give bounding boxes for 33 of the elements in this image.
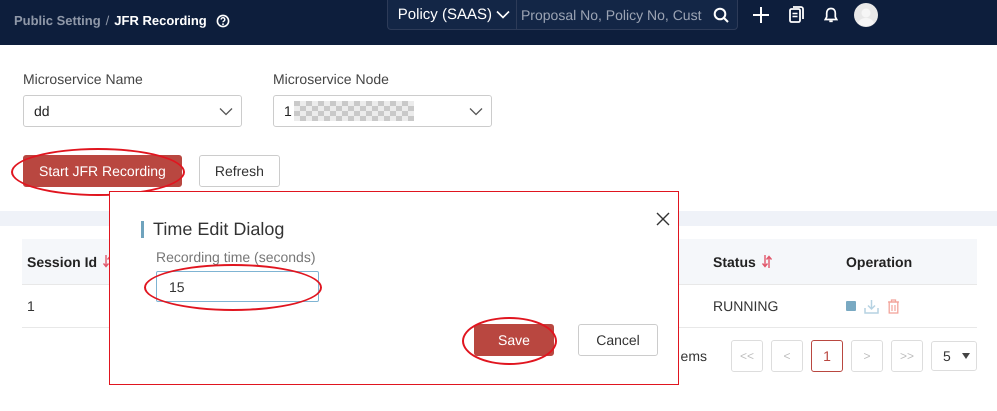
dialog-title: Time Edit Dialog bbox=[153, 219, 284, 240]
page-button[interactable]: 1 bbox=[811, 340, 843, 372]
dropdown-field[interactable]: dd bbox=[23, 95, 242, 127]
sort-icon[interactable] bbox=[762, 255, 772, 268]
field-label: Recording time (seconds) bbox=[156, 249, 317, 265]
breadcrumb-item: JFR Recording bbox=[114, 13, 207, 28]
chevron-down-icon bbox=[219, 106, 233, 116]
table-cell-text: 1 bbox=[26, 298, 36, 314]
cancel-button[interactable]: Cancel bbox=[578, 324, 658, 356]
column-header: Operation bbox=[846, 254, 912, 270]
column-header: Status bbox=[713, 254, 756, 270]
close-icon bbox=[656, 212, 670, 226]
table-cell-text: RUNNING bbox=[713, 298, 780, 314]
field-label: Microservice Node bbox=[273, 71, 390, 87]
documents-icon[interactable] bbox=[788, 6, 804, 23]
items-summary: ems bbox=[680, 348, 707, 364]
help-icon[interactable] bbox=[216, 14, 230, 28]
bell-icon[interactable] bbox=[824, 6, 838, 22]
column-header: Session Id bbox=[27, 254, 98, 270]
title-accent-bar bbox=[141, 221, 144, 238]
field-label: Microservice Name bbox=[23, 71, 144, 87]
start-recording-button[interactable]: Start JFR Recording bbox=[23, 155, 182, 187]
chevron-down-icon bbox=[469, 106, 483, 116]
breadcrumb-item[interactable]: Public Setting bbox=[14, 13, 101, 28]
save-button[interactable]: Save bbox=[474, 324, 554, 356]
avatar-icon[interactable] bbox=[854, 2, 878, 26]
dropdown-field[interactable]: 1 bbox=[273, 95, 492, 127]
breadcrumb-separator: / bbox=[106, 13, 110, 28]
page-size-dropdown[interactable]: 5 bbox=[931, 341, 977, 371]
plus-icon[interactable] bbox=[752, 6, 769, 22]
caret-icon bbox=[962, 352, 970, 360]
refresh-button[interactable]: Refresh bbox=[198, 155, 280, 187]
input-field[interactable]: 15 bbox=[156, 271, 319, 302]
